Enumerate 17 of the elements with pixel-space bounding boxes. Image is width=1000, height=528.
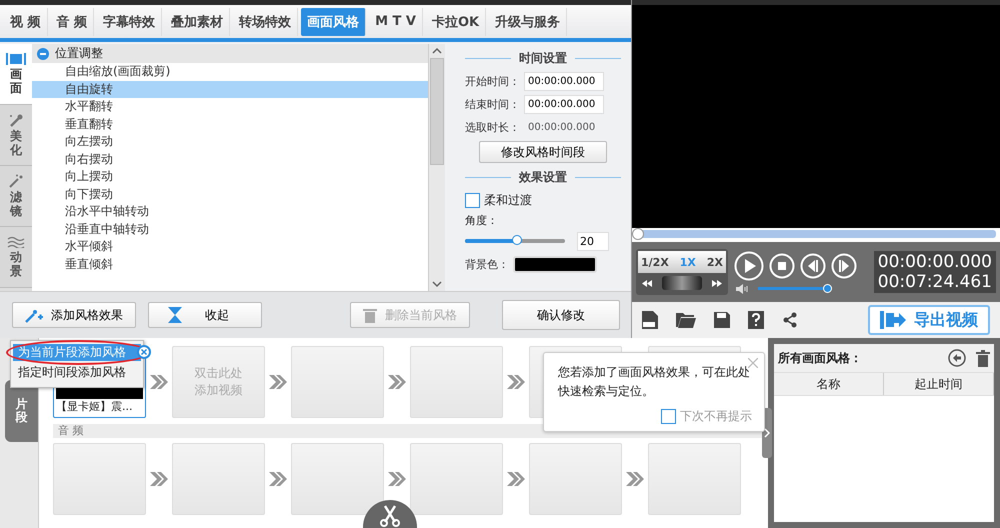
clip-title: 【显卡姬】震... bbox=[56, 399, 134, 415]
time-display: 00:00:00.000 bbox=[878, 252, 992, 272]
checkbox-label: 下次不再提示 bbox=[680, 408, 752, 425]
panel-title: 所有画面风格： bbox=[778, 350, 862, 366]
field-label: 选取时长： bbox=[465, 120, 520, 134]
tip-text: 您若添加了画面风格效果，可在此处快速检索与定位。 bbox=[558, 364, 751, 400]
field-label: 开始时间： bbox=[465, 74, 520, 88]
field-label: 结束时间： bbox=[465, 96, 520, 112]
checkbox-label: 柔和过渡 bbox=[484, 192, 532, 208]
audio-label: 音 频 bbox=[58, 424, 84, 437]
time-display: 00:07:24.461 bbox=[878, 272, 992, 292]
duration-value: 00:00:00.000 bbox=[527, 122, 596, 132]
section-title: 时间设置 bbox=[519, 50, 567, 66]
angle-label: 角度： bbox=[465, 213, 499, 228]
section-title: 效果设置 bbox=[519, 168, 567, 186]
field-label: 背景色： bbox=[465, 256, 509, 272]
group-label: 位置调整 bbox=[55, 45, 103, 62]
